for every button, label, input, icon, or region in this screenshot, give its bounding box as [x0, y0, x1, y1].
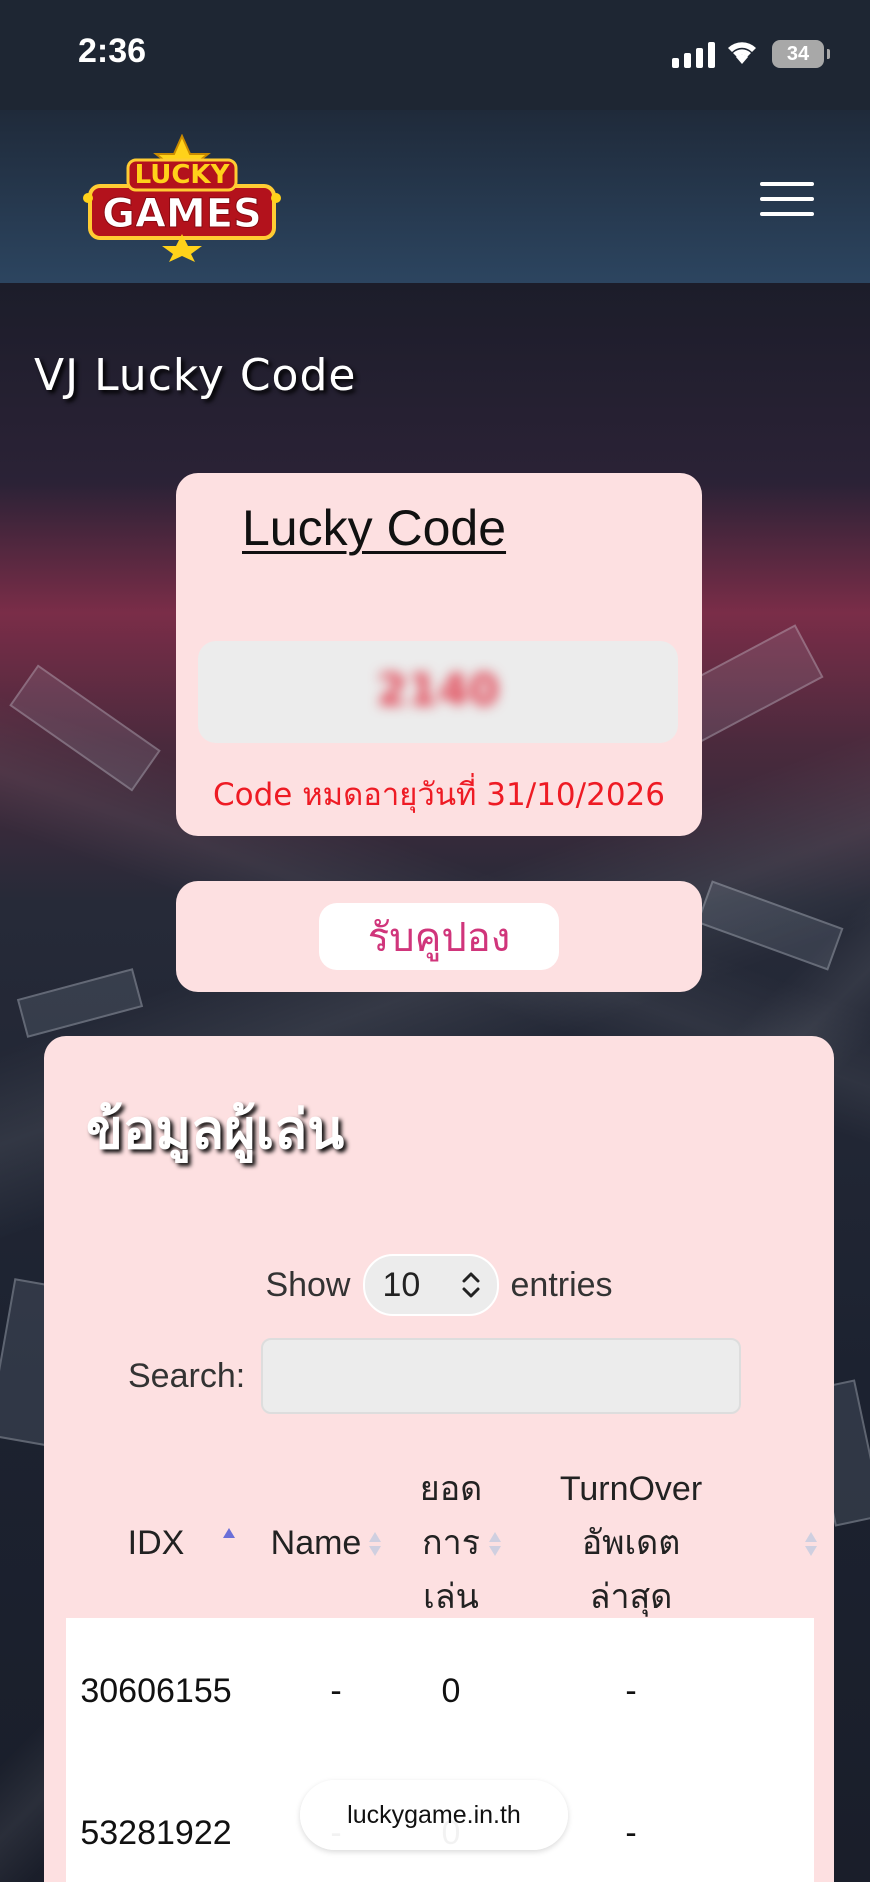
- sort-icon: [369, 1532, 381, 1556]
- logo-text-top: LUCKY: [135, 160, 231, 190]
- background-shard: [16, 968, 144, 1038]
- table-search: Search:: [128, 1338, 742, 1414]
- logo-text-bottom: GAMES: [102, 191, 262, 237]
- search-label: Search:: [128, 1356, 246, 1395]
- lucky-code-value: 2140: [376, 665, 500, 716]
- cell-plays: 0: [441, 1672, 461, 1710]
- entries-select[interactable]: 10: [362, 1254, 499, 1316]
- player-info-card: ข้อมูลผู้เล่น Show 10 entries Search: ID…: [44, 1036, 834, 1882]
- cell-turnover: -: [625, 1814, 637, 1852]
- cell-idx: 30606155: [80, 1672, 232, 1710]
- status-bar: 2:36 34: [0, 0, 870, 110]
- lucky-code-title: Lucky Code: [242, 500, 507, 556]
- battery-icon: 34: [772, 40, 830, 68]
- sort-icon: [489, 1532, 501, 1556]
- sort-ascending-icon: [223, 1528, 235, 1538]
- coupon-card: รับคูปอง: [176, 881, 702, 992]
- entries-label: entries: [510, 1265, 613, 1304]
- search-input[interactable]: [261, 1338, 742, 1414]
- entries-length-control: Show 10 entries: [44, 1254, 834, 1316]
- column-header-name[interactable]: Name: [246, 1516, 386, 1570]
- status-time: 2:36: [78, 32, 147, 70]
- site-header: LUCKY GAMES: [0, 110, 870, 283]
- code-expiry-text: Code หมดอายุวันที่ 31/10/2026: [213, 777, 665, 813]
- hamburger-menu-icon[interactable]: [760, 182, 814, 216]
- cellular-signal-icon: [672, 42, 715, 68]
- entries-select-value: 10: [382, 1265, 421, 1304]
- column-header-plays-text: ยอด การ เล่น: [419, 1470, 483, 1616]
- cell-turnover: -: [625, 1672, 637, 1710]
- wifi-icon: [728, 42, 756, 64]
- lucky-code-card: Lucky Code 2140 Code หมดอายุวันที่ 31/10…: [176, 473, 702, 836]
- lucky-code-box[interactable]: 2140: [198, 641, 678, 743]
- column-header-turnover-text: TurnOver อัพเดต ล่าสุด: [559, 1470, 703, 1616]
- table-row: 30606155 - 0 -: [66, 1656, 814, 1726]
- lucky-games-logo[interactable]: LUCKY GAMES: [80, 134, 284, 262]
- column-header-turnover[interactable]: TurnOver อัพเดต ล่าสุด: [526, 1462, 736, 1624]
- background-shard: [696, 880, 844, 971]
- player-info-title: ข้อมูลผู้เล่น: [86, 1098, 345, 1161]
- show-label: Show: [265, 1265, 351, 1304]
- cell-name: -: [330, 1672, 342, 1710]
- column-header-idx[interactable]: IDX: [86, 1516, 226, 1570]
- page-title: VJ Lucky Code: [34, 350, 357, 401]
- background-shard: [9, 664, 161, 792]
- chevron-up-down-icon: [462, 1272, 479, 1298]
- cell-idx: 53281922: [80, 1814, 232, 1852]
- sort-icon: [805, 1532, 817, 1556]
- claim-coupon-button[interactable]: รับคูปอง: [319, 903, 559, 970]
- browser-url-bar[interactable]: luckygame.in.th: [300, 1780, 568, 1850]
